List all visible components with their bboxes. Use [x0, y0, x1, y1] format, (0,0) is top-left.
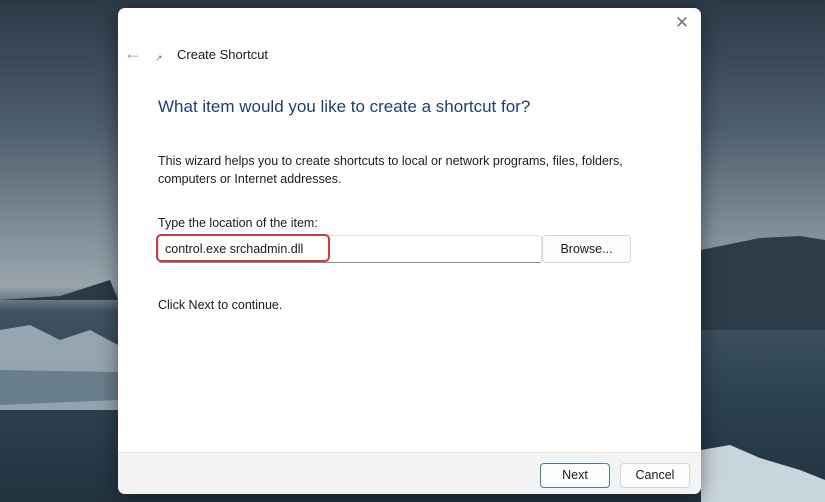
- wizard-description: This wizard helps you to create shortcut…: [158, 154, 623, 186]
- next-button[interactable]: Next: [540, 463, 610, 488]
- continue-text: Click Next to continue.: [158, 298, 283, 312]
- location-input[interactable]: control.exe srchadmin.dll: [158, 235, 542, 263]
- close-icon[interactable]: ✕: [673, 14, 691, 32]
- arrow-left-icon[interactable]: ←: [124, 44, 142, 62]
- location-label: Type the location of the item:: [158, 216, 318, 230]
- cancel-button[interactable]: Cancel: [620, 463, 690, 488]
- window-title: Create Shortcut: [177, 47, 269, 62]
- browse-button[interactable]: Browse...: [542, 235, 631, 263]
- create-shortcut-dialog: ✕ ← ↗ Create Shortcut What item would yo…: [118, 8, 701, 494]
- shortcut-icon: ↗: [155, 53, 163, 63]
- page-heading: What item would you like to create a sho…: [158, 97, 531, 116]
- dialog-footer: Next Cancel: [118, 452, 701, 494]
